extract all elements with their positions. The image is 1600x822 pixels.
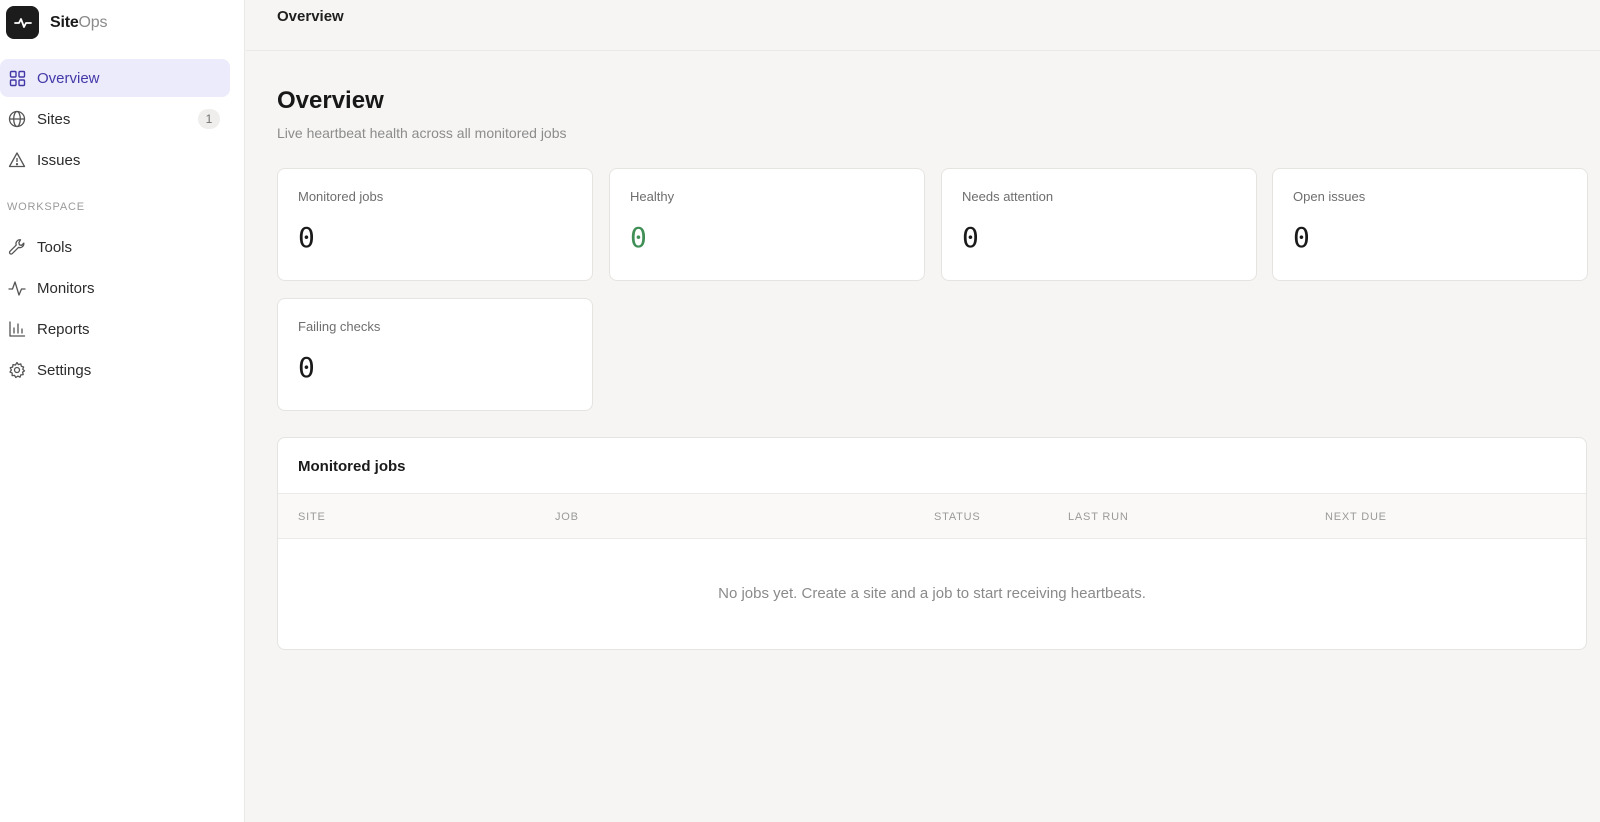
gear-icon	[8, 361, 26, 379]
panel-title: Monitored jobs	[298, 458, 406, 475]
sidebar-item-label: Reports	[37, 320, 90, 338]
bar-chart-icon	[8, 320, 26, 338]
sidebar-item-label: Issues	[37, 151, 81, 169]
pulse-logo-icon	[6, 6, 39, 39]
sidebar-item-sites[interactable]: Sites 1	[0, 100, 230, 138]
stat-label: Failing checks	[298, 319, 381, 334]
topbar-title: Overview	[277, 8, 344, 25]
warning-icon	[8, 151, 26, 169]
brand[interactable]: SiteOps	[6, 6, 107, 39]
sites-count-badge: 1	[198, 109, 220, 129]
stat-card-needs-attention: Needs attention 0	[941, 168, 1257, 281]
wrench-icon	[8, 238, 26, 256]
stat-label: Healthy	[630, 189, 675, 204]
stat-label: Needs attention	[962, 189, 1054, 204]
topbar: Overview	[246, 0, 1600, 51]
stat-value: 0	[1293, 221, 1310, 254]
stat-card-failing-checks: Failing checks 0	[277, 298, 593, 411]
empty-state-message: No jobs yet. Create a site and a job to …	[718, 585, 1146, 602]
column-header-next-due[interactable]: NEXT DUE	[1325, 511, 1387, 523]
stat-card-healthy: Healthy 0	[609, 168, 925, 281]
stat-value: 0	[630, 221, 647, 254]
stat-label: Monitored jobs	[298, 189, 384, 204]
page-subtitle: Live heartbeat health across all monitor…	[277, 125, 567, 141]
sidebar-item-label: Tools	[37, 238, 73, 256]
stat-card-monitored-jobs: Monitored jobs 0	[277, 168, 593, 281]
sidebar-item-monitors[interactable]: Monitors	[0, 269, 230, 307]
sidebar-item-overview[interactable]: Overview	[0, 59, 230, 97]
stat-value: 0	[298, 221, 315, 254]
sidebar-item-label: Overview	[37, 69, 100, 87]
brand-name: SiteOps	[50, 13, 108, 31]
sidebar-item-reports[interactable]: Reports	[0, 310, 230, 348]
table-header: SITE JOB STATUS LAST RUN NEXT DUE	[278, 493, 1586, 539]
globe-icon	[8, 110, 26, 128]
sidebar-item-label: Sites	[37, 110, 71, 128]
monitored-jobs-panel: Monitored jobs SITE JOB STATUS LAST RUN …	[277, 437, 1587, 650]
stat-value: 0	[298, 351, 315, 384]
sidebar-item-label: Monitors	[37, 279, 95, 297]
page-title: Overview	[277, 87, 384, 114]
sidebar-item-label: Settings	[37, 361, 92, 379]
stat-label: Open issues	[1293, 189, 1366, 204]
column-header-status[interactable]: STATUS	[934, 511, 981, 523]
column-header-last-run[interactable]: LAST RUN	[1068, 511, 1129, 523]
stat-value: 0	[962, 221, 979, 254]
stat-card-open-issues: Open issues 0	[1272, 168, 1588, 281]
pulse-icon	[8, 279, 26, 297]
column-header-job[interactable]: JOB	[555, 511, 579, 523]
sidebar: SiteOps Overview Sites 1 Issues WORKSPAC…	[0, 0, 245, 822]
sidebar-item-issues[interactable]: Issues	[0, 141, 230, 179]
sidebar-item-settings[interactable]: Settings	[0, 351, 230, 389]
grid-icon	[8, 69, 26, 87]
sidebar-item-tools[interactable]: Tools	[0, 228, 230, 266]
workspace-section-label: WORKSPACE	[7, 201, 85, 213]
column-header-site[interactable]: SITE	[298, 511, 326, 523]
